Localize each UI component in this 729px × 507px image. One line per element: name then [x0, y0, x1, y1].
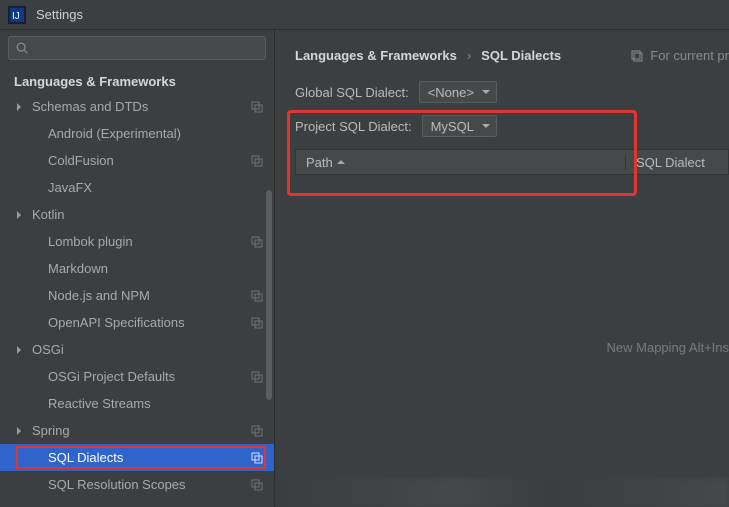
copy-icon	[250, 235, 264, 249]
sidebar-item-spring[interactable]: Spring	[0, 417, 274, 444]
global-dialect-label: Global SQL Dialect:	[295, 85, 409, 100]
sidebar-item-node-js-and-npm[interactable]: Node.js and NPM	[0, 282, 274, 309]
breadcrumb-separator: ›	[467, 48, 471, 63]
sidebar-item-kotlin[interactable]: Kotlin	[0, 201, 274, 228]
sidebar-item-label: Kotlin	[32, 207, 264, 222]
sidebar-item-label: OpenAPI Specifications	[48, 315, 250, 330]
scope-label: For current pr	[650, 48, 729, 63]
project-dialect-dropdown[interactable]: MySQL	[422, 115, 497, 137]
sidebar-item-label: Schemas and DTDs	[32, 99, 250, 114]
sidebar-item-label: JavaFX	[48, 180, 264, 195]
copy-icon	[250, 370, 264, 384]
column-dialect[interactable]: SQL Dialect	[626, 155, 728, 170]
settings-tree[interactable]: Schemas and DTDs Android (Experimental) Co…	[0, 93, 274, 507]
sidebar-item-javafx[interactable]: JavaFX	[0, 174, 274, 201]
new-mapping-hint: New Mapping Alt+Ins	[607, 340, 729, 355]
sidebar-section-header: Languages & Frameworks	[0, 68, 274, 93]
footer-blur	[275, 479, 729, 507]
sidebar-item-sql-resolution-scopes[interactable]: SQL Resolution Scopes	[0, 471, 274, 498]
copy-icon	[250, 478, 264, 492]
sidebar-item-osgi-project-defaults[interactable]: OSGi Project Defaults	[0, 363, 274, 390]
project-dialect-value: MySQL	[431, 119, 474, 134]
sidebar-item-label: Markdown	[48, 261, 264, 276]
chevron-right-icon	[14, 345, 24, 355]
sidebar-item-label: SQL Resolution Scopes	[48, 477, 250, 492]
column-path-label: Path	[306, 155, 333, 170]
app-logo-icon: IJ	[8, 6, 26, 24]
copy-icon	[250, 154, 264, 168]
sidebar-item-android-experimental-[interactable]: Android (Experimental)	[0, 120, 274, 147]
sidebar-item-label: Android (Experimental)	[48, 126, 264, 141]
sidebar-item-markdown[interactable]: Markdown	[0, 255, 274, 282]
sidebar-item-sql-dialects[interactable]: SQL Dialects	[0, 444, 274, 471]
global-dialect-dropdown[interactable]: <None>	[419, 81, 497, 103]
sidebar-item-osgi[interactable]: OSGi	[0, 336, 274, 363]
copy-icon	[250, 451, 264, 465]
sidebar-item-label: Spring	[32, 423, 250, 438]
column-dialect-label: SQL Dialect	[636, 155, 705, 170]
dialect-table-header: Path SQL Dialect	[295, 149, 729, 175]
sidebar-item-lombok-plugin[interactable]: Lombok plugin	[0, 228, 274, 255]
search-icon	[15, 41, 29, 55]
scope-toggle[interactable]: For current pr	[630, 48, 729, 63]
sidebar-item-label: OSGi Project Defaults	[48, 369, 250, 384]
chevron-right-icon	[14, 210, 24, 220]
column-path[interactable]: Path	[296, 155, 626, 170]
copy-icon	[250, 289, 264, 303]
sidebar-item-label: ColdFusion	[48, 153, 250, 168]
scrollbar-thumb[interactable]	[266, 190, 272, 400]
titlebar: IJ Settings	[0, 0, 729, 30]
window-title: Settings	[36, 7, 83, 22]
chevron-down-icon	[482, 88, 490, 96]
sidebar-item-label: SQL Dialects	[48, 450, 250, 465]
sidebar-item-label: Node.js and NPM	[48, 288, 250, 303]
sidebar-item-label: Lombok plugin	[48, 234, 250, 249]
copy-icon	[250, 100, 264, 114]
sidebar-item-reactive-streams[interactable]: Reactive Streams	[0, 390, 274, 417]
sidebar-item-label: OSGi	[32, 342, 264, 357]
copy-icon	[250, 316, 264, 330]
settings-main-panel: Languages & Frameworks › SQL Dialects Fo…	[275, 30, 729, 507]
search-input[interactable]	[8, 36, 266, 60]
sidebar-item-openapi-specifications[interactable]: OpenAPI Specifications	[0, 309, 274, 336]
chevron-right-icon	[14, 426, 24, 436]
svg-text:IJ: IJ	[12, 11, 20, 22]
project-dialect-label: Project SQL Dialect:	[295, 119, 412, 134]
sidebar-item-label: Reactive Streams	[48, 396, 264, 411]
sidebar-item-coldfusion[interactable]: ColdFusion	[0, 147, 274, 174]
breadcrumb-current: SQL Dialects	[481, 48, 561, 63]
copy-icon	[250, 424, 264, 438]
chevron-right-icon	[14, 102, 24, 112]
settings-sidebar: Languages & Frameworks Schemas and DTDs A…	[0, 30, 275, 507]
sidebar-item-schemas-and-dtds[interactable]: Schemas and DTDs	[0, 93, 274, 120]
breadcrumb-parent: Languages & Frameworks	[295, 48, 457, 63]
global-dialect-value: <None>	[428, 85, 474, 100]
sort-asc-icon	[337, 158, 345, 166]
search-field[interactable]	[29, 41, 259, 56]
copy-icon	[630, 49, 644, 63]
chevron-down-icon	[482, 122, 490, 130]
